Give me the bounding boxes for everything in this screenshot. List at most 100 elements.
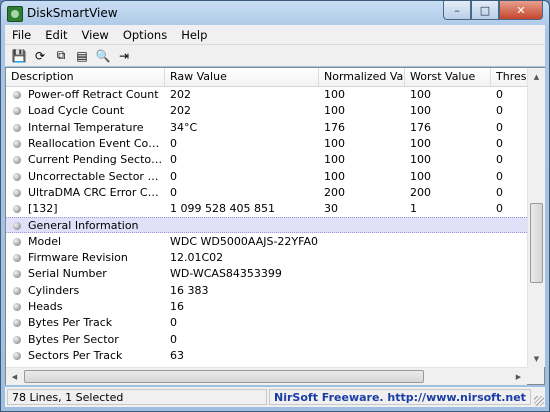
cell-thresh [496,250,526,266]
status-bar: 78 Lines, 1 Selected NirSoft Freeware. h… [5,387,545,407]
cell-thresh [496,283,526,299]
table-row[interactable]: Heads 16 [6,299,527,315]
column-description[interactable]: Description [6,68,165,86]
table-row[interactable]: Internal Temperature 34°C 176 176 0 [6,120,527,136]
cell-raw: 16 [170,299,184,313]
item-bullet-icon [13,254,21,262]
column-raw-value[interactable]: Raw Value [165,68,319,86]
item-bullet-icon [13,286,21,295]
table-row[interactable]: Power-off Retract Count 202 100 100 0 [6,87,527,103]
cell-thresh: 0 [496,136,503,150]
save-icon[interactable]: 💾 [11,48,27,64]
column-worst-value[interactable]: Worst Value [405,68,491,86]
table-row[interactable]: Reallocation Event Count 0 100 100 0 [6,136,527,152]
table-row[interactable]: Uncorrectable Sector Count 0 100 100 0 [6,169,527,185]
column-normalized-value[interactable]: Normalized Va... [319,68,405,86]
cell-raw [170,218,318,234]
cell-norm: 100 [324,88,345,101]
table-row[interactable]: UltraDMA CRC Error Count 0 200 200 0 [6,185,527,201]
cell-norm [324,266,404,282]
menu-options[interactable]: Options [116,28,174,42]
cell-desc: Firmware Revision [28,251,128,264]
vertical-scroll-thumb[interactable] [530,203,543,283]
cell-raw: 1 099 528 405 851 [170,202,275,216]
cell-thresh: 0 [496,104,503,118]
menu-file[interactable]: File [5,28,38,42]
minimize-button[interactable]: – [443,1,471,20]
table-row[interactable]: Bytes Per Track 0 [6,315,527,331]
cell-norm [324,299,404,315]
refresh-icon[interactable]: ⟳ [32,48,48,64]
table-row[interactable]: General Information [6,217,527,234]
horizontal-scroll-thumb[interactable] [24,370,424,383]
cell-norm: 30 [324,202,338,216]
resize-grip-icon[interactable] [534,396,544,406]
column-threshold[interactable]: Thresho... [491,68,527,86]
cell-raw: 0 [170,136,177,150]
cell-desc: Uncorrectable Sector Count [28,169,163,183]
table-row[interactable]: Current Pending Sector Co... 0 100 100 0 [6,152,527,168]
nirsoft-link[interactable]: NirSoft Freeware. http://www.nirsoft.net [269,389,531,405]
scroll-right-icon[interactable]: ▶ [510,368,527,385]
table-row[interactable]: [132] 1 099 528 405 851 30 1 0 [6,201,527,217]
table-row[interactable]: Firmware Revision 12.01C02 [6,250,527,266]
title-bar[interactable]: DiskSmartView – □ ✕ [1,1,549,25]
item-bullet-icon [13,156,21,165]
cell-raw: 12.01C02 [170,251,224,264]
cell-raw: 34°C [170,120,198,134]
cell-thresh [496,234,526,250]
exit-icon[interactable]: ⇥ [116,48,132,64]
cell-norm [324,250,404,266]
scroll-left-icon[interactable]: ◀ [6,368,23,385]
table-row[interactable]: Sectors Per Track 63 [6,348,527,364]
table-row[interactable]: Cylinders 16 383 [6,283,527,299]
vertical-scrollbar[interactable]: ▲ ▼ [527,68,545,367]
copy-icon[interactable]: ⧉ [53,48,69,64]
cell-thresh [496,332,526,348]
table-row[interactable]: Serial Number WD-WCAS84353399 [6,266,527,282]
cell-norm: 100 [324,169,345,183]
table-row[interactable]: Load Cycle Count 202 100 100 0 [6,103,527,119]
cell-raw: WD-WCAS84353399 [170,267,282,281]
cell-worst [410,315,490,331]
cell-worst: 1 [410,202,417,216]
cell-desc: [132] [28,202,58,216]
cell-raw: 0 [170,153,177,167]
horizontal-scrollbar[interactable]: ◀ ▶ [6,367,527,385]
cell-worst: 200 [410,185,431,199]
item-bullet-icon [13,319,21,328]
scroll-down-icon[interactable]: ▼ [528,350,545,367]
cell-worst [410,266,490,282]
item-bullet-icon [13,351,21,360]
item-bullet-icon [13,237,21,246]
cell-raw: 0 [170,316,177,330]
window-controls: – □ ✕ [443,1,543,21]
cell-worst [410,234,490,250]
app-window: DiskSmartView – □ ✕ File Edit View Optio… [0,0,550,412]
cell-raw: 0 [170,332,177,346]
properties-icon[interactable]: ▤ [74,48,90,64]
cell-thresh: 0 [496,169,503,183]
toolbar: 💾 ⟳ ⧉ ▤ 🔍 ⇥ [5,44,545,66]
cell-thresh [496,315,526,331]
maximize-button[interactable]: □ [471,1,499,20]
cell-worst [410,283,490,299]
scroll-up-icon[interactable]: ▲ [528,68,545,85]
status-count: 78 Lines, 1 Selected [7,389,267,405]
cell-raw: 202 [170,88,191,101]
find-icon[interactable]: 🔍 [95,48,111,64]
list-header: Description Raw Value Normalized Va... W… [6,68,527,87]
table-row[interactable]: Bytes Per Sector 0 [6,332,527,348]
table-row[interactable]: Model WDC WD5000AAJS-22YFA0 [6,234,527,250]
menu-view[interactable]: View [75,28,116,42]
list-view[interactable]: Description Raw Value Normalized Va... W… [5,67,545,385]
item-bullet-icon [13,335,21,344]
cell-raw: 0 [170,169,177,183]
cell-worst: 100 [410,136,431,150]
cell-thresh [496,266,526,282]
close-button[interactable]: ✕ [499,1,543,20]
menu-help[interactable]: Help [174,28,214,42]
menu-edit[interactable]: Edit [38,28,74,42]
cell-worst: 100 [410,104,431,118]
cell-norm: 200 [324,185,345,199]
